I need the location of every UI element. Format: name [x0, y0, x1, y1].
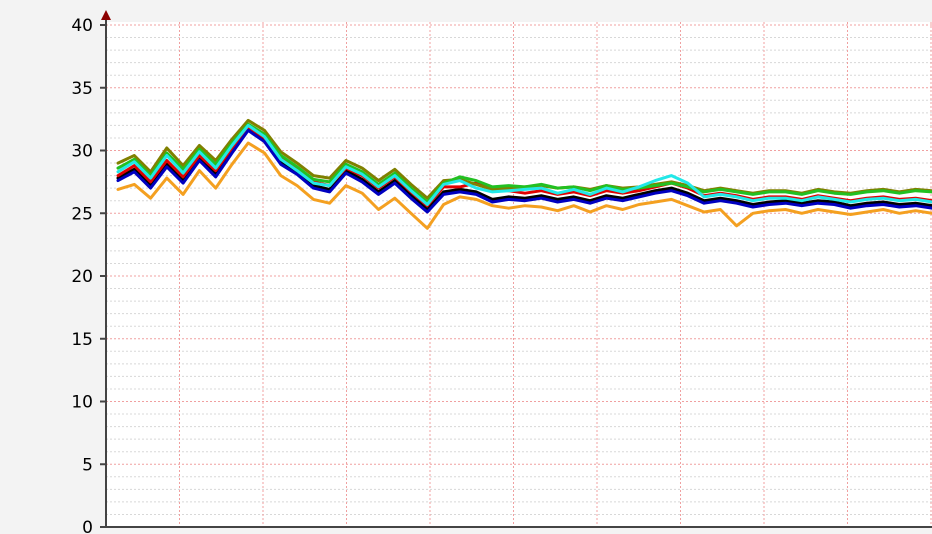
- y-tick-labels: 0 5 10 15 20 25 30 35 40: [71, 16, 106, 534]
- y-tick-label: 35: [71, 79, 93, 99]
- y-tick-label: 25: [71, 204, 93, 224]
- y-tick-label: 10: [71, 393, 93, 413]
- line-chart: 0 5 10 15 20 25 30 35 40: [71, 10, 932, 534]
- y-tick-label: 30: [71, 142, 93, 162]
- y-tick-label: 5: [82, 455, 93, 475]
- y-tick-label: 20: [71, 267, 93, 287]
- y-tick-label: 15: [71, 330, 93, 350]
- y-tick-label: 40: [71, 16, 93, 36]
- y-tick-label: 0: [82, 518, 93, 534]
- y-axis-arrow: [101, 10, 111, 20]
